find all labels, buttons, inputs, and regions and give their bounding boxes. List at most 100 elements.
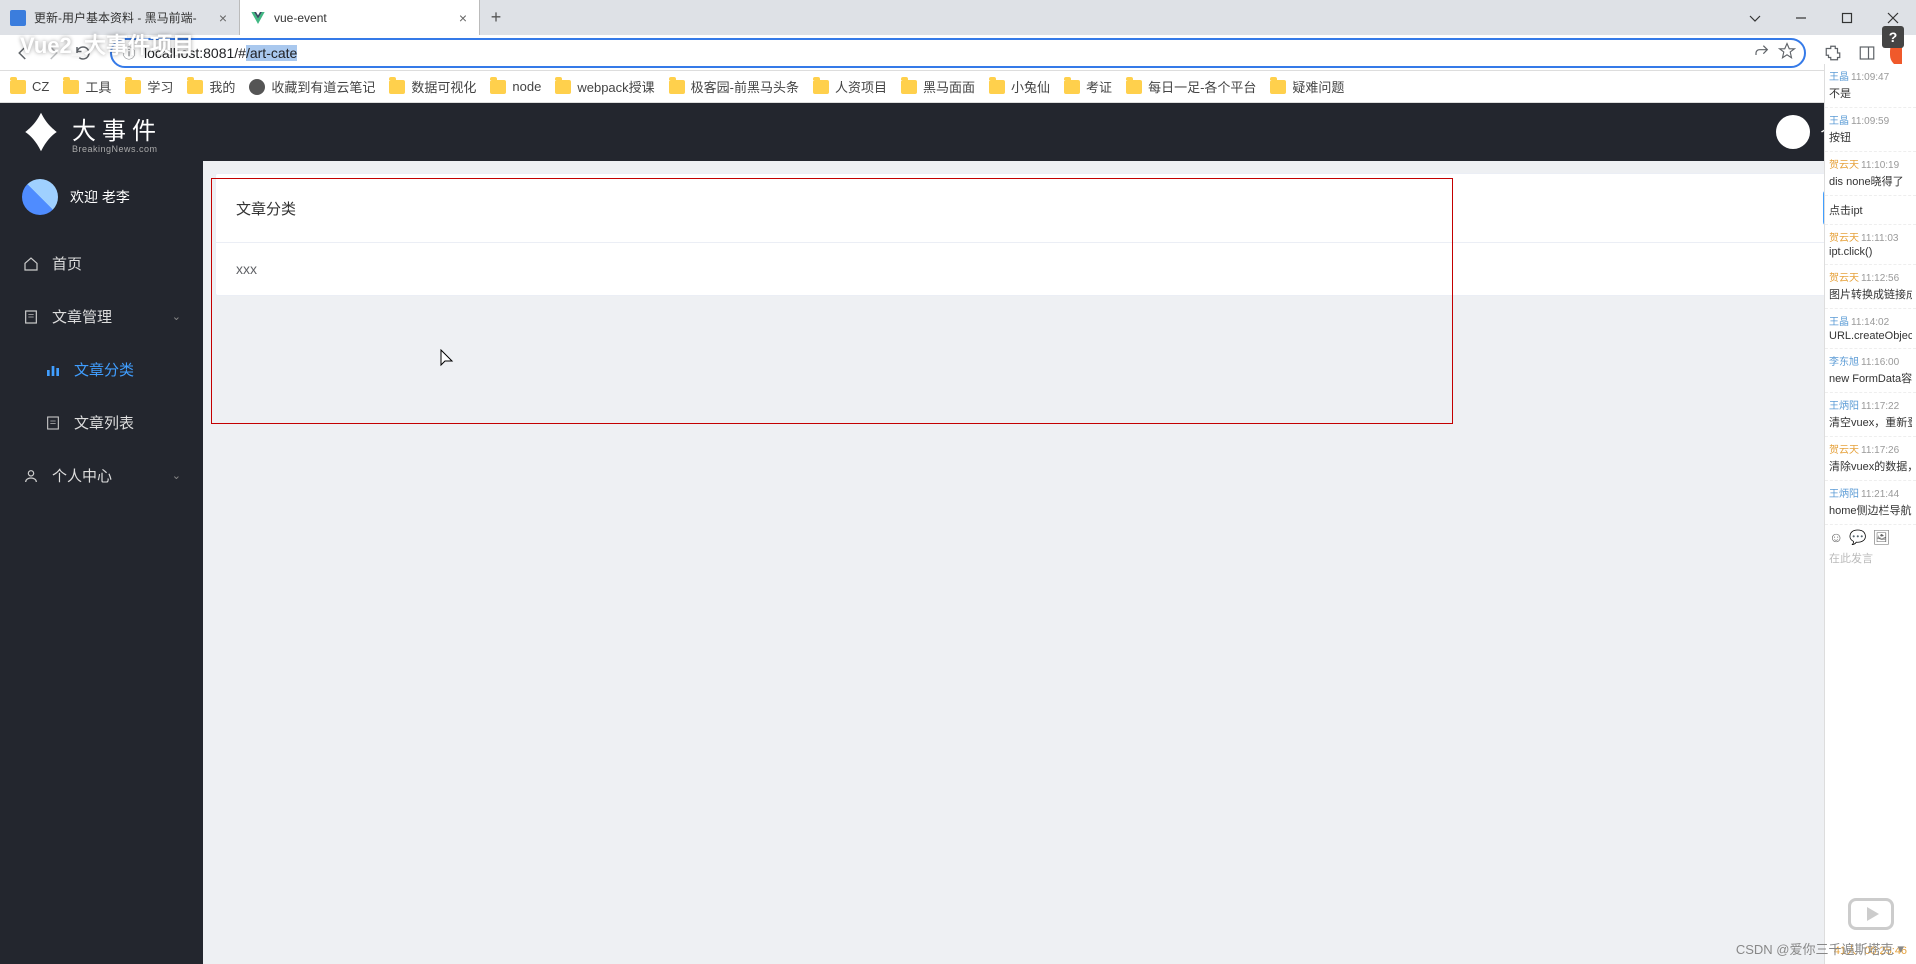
close-icon[interactable]: × bbox=[217, 10, 229, 26]
share-icon[interactable] bbox=[1754, 43, 1770, 62]
minimize-button[interactable] bbox=[1778, 0, 1824, 35]
chat-name: 王炳阳 bbox=[1829, 489, 1859, 500]
dropdown-icon: ▾ bbox=[1897, 941, 1904, 957]
extensions-icon[interactable] bbox=[1820, 40, 1846, 66]
card-body: xxx bbox=[216, 243, 1903, 295]
document-icon bbox=[22, 308, 40, 326]
chat-input[interactable]: 在此发言 bbox=[1829, 550, 1912, 566]
folder-icon bbox=[901, 80, 917, 94]
tab-favicon-icon bbox=[10, 10, 26, 26]
bookmark-item[interactable]: 我的 bbox=[187, 77, 235, 96]
chevron-down-icon: ⌄ bbox=[172, 469, 181, 482]
folder-icon bbox=[669, 80, 685, 94]
chat-time: 11:17:26 bbox=[1861, 445, 1899, 456]
chat-message: 贺云天11:11:03ipt.click() bbox=[1825, 225, 1916, 265]
chat-bubble-icon[interactable]: 💬 bbox=[1849, 529, 1866, 546]
chat-text: 按钮 bbox=[1829, 129, 1912, 145]
chat-name: 贺云天 bbox=[1829, 233, 1859, 244]
list-icon bbox=[44, 414, 62, 432]
bookmark-item[interactable]: 工具 bbox=[63, 77, 111, 96]
chat-input-area: ☺ 💬 🖼 在此发言 bbox=[1825, 525, 1916, 570]
chat-message: 王炳阳11:17:22清空vuex，重新登录 bbox=[1825, 393, 1916, 437]
tab-title: vue-event bbox=[274, 11, 457, 25]
folder-icon bbox=[389, 80, 405, 94]
tab-dropdown-icon[interactable] bbox=[1732, 0, 1778, 35]
app-logo: 大事件 BreakingNews.com bbox=[20, 111, 162, 154]
image-icon[interactable]: 🖼 bbox=[1873, 529, 1891, 546]
folder-icon bbox=[989, 80, 1005, 94]
chat-time: 11:09:59 bbox=[1851, 116, 1889, 127]
folder-icon bbox=[490, 80, 506, 94]
sidebar-item-label: 文章管理 bbox=[52, 306, 112, 327]
chat-message: 王炳阳11:21:44home侧边栏导航 bbox=[1825, 481, 1916, 525]
folder-icon bbox=[555, 80, 571, 94]
site-info-icon[interactable]: ⓘ bbox=[120, 44, 138, 62]
tab-title: 更新-用户基本资料 - 黑马前端- bbox=[34, 9, 217, 26]
bookmark-item[interactable]: node bbox=[490, 79, 541, 94]
card-header: 文章分类 添加 bbox=[216, 174, 1903, 243]
browser-tab-1[interactable]: vue-event × bbox=[240, 0, 480, 35]
bookmark-item[interactable]: 疑难问题 bbox=[1270, 77, 1344, 96]
chat-message: 王晶11:14:02URL.createObjectU bbox=[1825, 309, 1916, 349]
chat-message: 王晶11:09:47不是 bbox=[1825, 64, 1916, 108]
chat-text: 点击ipt bbox=[1829, 202, 1912, 218]
sidebar-item-home[interactable]: 首页 bbox=[0, 237, 203, 290]
url-text: localhost:8081/#/art-cate bbox=[144, 45, 297, 61]
bookmark-item[interactable]: 数据可视化 bbox=[389, 77, 476, 96]
sidebar-item-label: 个人中心 bbox=[52, 465, 112, 486]
reload-button[interactable] bbox=[68, 38, 98, 68]
folder-icon bbox=[1126, 80, 1142, 94]
url-input[interactable]: ⓘ localhost:8081/#/art-cate bbox=[110, 38, 1806, 68]
bookmark-item[interactable]: 每日一足-各个平台 bbox=[1126, 77, 1256, 96]
chevron-down-icon: ⌄ bbox=[172, 310, 181, 323]
chat-message: 王晶11:09:59 按钮 bbox=[1825, 108, 1916, 152]
avatar-icon bbox=[22, 179, 58, 215]
emoji-icon[interactable]: ☺ bbox=[1829, 529, 1843, 546]
sidebar: 欢迎 老李 首页 文章管理 ⌄ 文章分类 文章列表 个人中心 ⌄ bbox=[0, 103, 203, 964]
sidebar-item-article-mgmt[interactable]: 文章管理 ⌄ bbox=[0, 290, 203, 343]
bookmark-item[interactable]: 收藏到有道云笔记 bbox=[249, 77, 375, 96]
home-icon bbox=[22, 255, 40, 273]
help-icon[interactable]: ? bbox=[1882, 26, 1904, 48]
chat-text: 图片转换成链接成b bbox=[1829, 286, 1912, 302]
bookmark-item[interactable]: 小兔仙 bbox=[989, 77, 1050, 96]
side-panel-icon[interactable] bbox=[1854, 40, 1880, 66]
new-tab-button[interactable]: + bbox=[480, 0, 512, 35]
chat-time: 11:10:19 bbox=[1861, 160, 1899, 171]
chat-time: 11:09:47 bbox=[1851, 72, 1889, 83]
close-icon[interactable]: × bbox=[457, 10, 469, 26]
sidebar-item-profile[interactable]: 个人中心 ⌄ bbox=[0, 449, 203, 502]
back-button[interactable] bbox=[8, 38, 38, 68]
bookmark-star-icon[interactable] bbox=[1778, 42, 1796, 63]
chat-text: 清空vuex，重新登录 bbox=[1829, 414, 1912, 430]
bookmark-item[interactable]: 极客园-前黑马头条 bbox=[669, 77, 799, 96]
sidebar-item-article-list[interactable]: 文章列表 bbox=[0, 396, 203, 449]
chat-name: 王炳阳 bbox=[1829, 401, 1859, 412]
chat-time: 11:14:02 bbox=[1851, 317, 1889, 328]
bookmark-item[interactable]: 黑马面面 bbox=[901, 77, 975, 96]
evernote-icon bbox=[249, 79, 265, 95]
chat-text: new FormData容器 bbox=[1829, 370, 1912, 386]
bookmark-item[interactable]: CZ bbox=[10, 79, 49, 94]
chat-text: dis none晓得了 bbox=[1829, 173, 1912, 189]
bookmark-item[interactable]: 人资项目 bbox=[813, 77, 887, 96]
welcome-block: 欢迎 老李 bbox=[0, 161, 203, 237]
main-content: 文章分类 添加 xxx bbox=[203, 103, 1916, 964]
folder-icon bbox=[187, 80, 203, 94]
maximize-button[interactable] bbox=[1824, 0, 1870, 35]
play-tv-icon[interactable] bbox=[1848, 898, 1894, 930]
user-avatar-icon[interactable] bbox=[1776, 115, 1810, 149]
bookmark-item[interactable]: 学习 bbox=[125, 77, 173, 96]
folder-icon bbox=[10, 80, 26, 94]
chat-text: 清除vuex的数据， bbox=[1829, 458, 1912, 474]
sidebar-item-article-cate[interactable]: 文章分类 bbox=[0, 343, 203, 396]
app-shell: 大事件 BreakingNews.com 个人中心 ▾ 欢迎 老李 首页 文章管… bbox=[0, 103, 1916, 964]
bookmark-item[interactable]: 考证 bbox=[1064, 77, 1112, 96]
forward-button[interactable] bbox=[38, 38, 68, 68]
chat-name: 王晶 bbox=[1829, 72, 1849, 83]
chat-name: 王晶 bbox=[1829, 116, 1849, 127]
browser-tab-0[interactable]: 更新-用户基本资料 - 黑马前端- × bbox=[0, 0, 240, 35]
folder-icon bbox=[1270, 80, 1286, 94]
bookmark-item[interactable]: webpack授课 bbox=[555, 77, 654, 96]
app-header: 大事件 BreakingNews.com 个人中心 ▾ bbox=[0, 103, 1916, 161]
